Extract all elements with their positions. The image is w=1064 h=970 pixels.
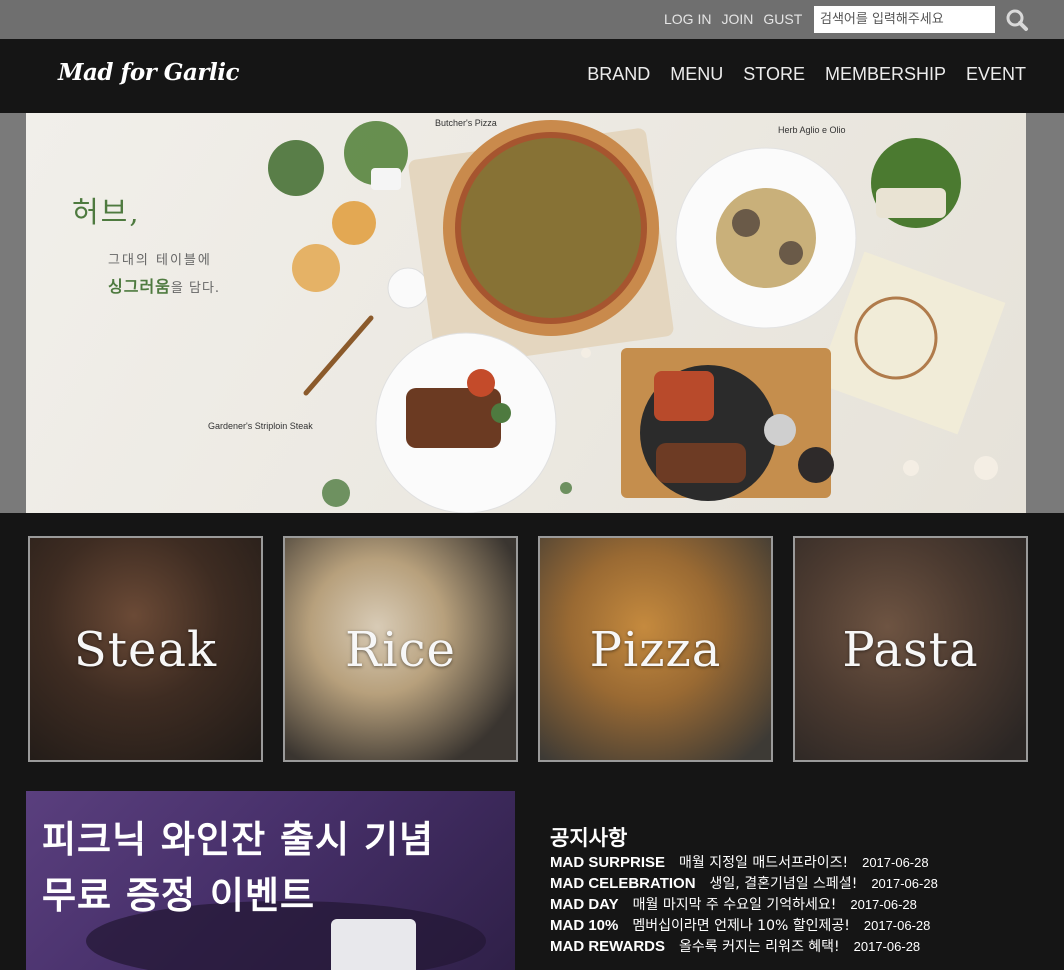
menu-tile-steak[interactable]: Steak (28, 536, 263, 762)
utility-bar: LOG IN JOIN GUST (0, 0, 1064, 39)
hero-margin-right (1026, 113, 1064, 513)
nav-item-membership[interactable]: MEMBERSHIP (825, 64, 946, 85)
notice-item-date: 2017-06-28 (862, 855, 929, 870)
notice-item-heading: MAD REWARDS (550, 938, 665, 955)
dish-label-pizza: Butcher's Pizza (435, 118, 497, 128)
menu-tile-label: Pizza (589, 622, 722, 678)
guest-link[interactable]: GUST (763, 11, 802, 27)
notice-item-description: 매월 지정일 매드서프라이즈! (679, 855, 849, 871)
notice-item-heading: MAD CELEBRATION (550, 875, 696, 892)
menu-tile-pizza[interactable]: Pizza (538, 536, 773, 762)
notice-item-heading: MAD SURPRISE (550, 854, 666, 871)
notice-item-heading: MAD 10% (550, 917, 619, 934)
dish-label-pasta: Herb Aglio e Olio (778, 125, 846, 135)
notice-item-date: 2017-06-28 (871, 876, 938, 891)
promo-title-line2: 무료 증정 이벤트 (42, 874, 316, 917)
hero-margin-left (0, 113, 26, 513)
promo-banner[interactable]: 피크닉 와인잔 출시 기념 무료 증정 이벤트 (26, 791, 515, 970)
notice-item[interactable]: MAD DAY 매월 마지막 주 수요일 기억하세요! 2017-06-28 (550, 894, 1030, 915)
menu-tile-label: Steak (73, 622, 218, 678)
nav-item-event[interactable]: EVENT (966, 64, 1026, 85)
hero-title: 허브, (72, 195, 141, 229)
hero-banner[interactable]: 허브, 그대의 테이블에 싱그러움을 담다. Butcher's Pizza H… (26, 113, 1026, 513)
nav-item-menu[interactable]: MENU (670, 64, 723, 85)
menu-tile-label: Pasta (842, 622, 979, 678)
notice-item-description: 생일, 결혼기념일 스페셜! (709, 876, 858, 892)
promo-title-line1: 피크닉 와인잔 출시 기념 (42, 818, 435, 861)
search-icon[interactable] (1004, 7, 1030, 33)
main-nav: BRAND MENU STORE MEMBERSHIP EVENT (587, 64, 1026, 85)
menu-tile-rice[interactable]: Rice (283, 536, 518, 762)
notice-item[interactable]: MAD 10% 멤버십이라면 언제나 10% 할인제공! 2017-06-28 (550, 915, 1030, 936)
notice-item-description: 올수록 커지는 리워즈 혜택! (679, 939, 840, 955)
notice-item-date: 2017-06-28 (863, 918, 931, 933)
brand-logo[interactable]: Mad for Garlic (58, 59, 239, 86)
notice-item[interactable]: MAD REWARDS 올수록 커지는 리워즈 혜택! 2017-06-28 (550, 936, 1030, 957)
notice-list: MAD SURPRISE 매월 지정일 매드서프라이즈! 2017-06-28 … (550, 852, 1030, 957)
hero-food-illustration (268, 120, 1006, 513)
account-links: LOG IN JOIN GUST (664, 11, 802, 27)
nav-item-store[interactable]: STORE (743, 64, 805, 85)
menu-tile-label: Rice (345, 622, 456, 678)
notice-item-heading: MAD DAY (550, 896, 619, 913)
dish-label-steak: Gardener's Striploin Steak (208, 421, 313, 431)
notice-item[interactable]: MAD CELEBRATION 생일, 결혼기념일 스페셜! 2017-06-2… (550, 873, 1030, 894)
menu-tile-pasta[interactable]: Pasta (793, 536, 1028, 762)
notice-item-date: 2017-06-28 (853, 939, 921, 954)
hero-subtitle-rest: 을 담다. (170, 281, 221, 296)
notice-title: 공지사항 (550, 826, 628, 850)
hero-subtitle-line1: 그대의 테이블에 (108, 253, 212, 268)
notice-item-date: 2017-06-28 (850, 897, 917, 912)
search-input[interactable] (814, 6, 995, 33)
nav-item-brand[interactable]: BRAND (587, 64, 650, 85)
main-header: Mad for Garlic BRAND MENU STORE MEMBERSH… (0, 39, 1064, 113)
notice-item[interactable]: MAD SURPRISE 매월 지정일 매드서프라이즈! 2017-06-28 (550, 852, 1030, 873)
login-link[interactable]: LOG IN (664, 11, 711, 27)
notice-item-description: 매월 마지막 주 수요일 기억하세요! (632, 897, 837, 913)
join-link[interactable]: JOIN (721, 11, 753, 27)
hero-subtitle-highlight: 싱그러움 (108, 277, 171, 296)
notice-item-description: 멤버십이라면 언제나 10% 할인제공! (632, 918, 850, 934)
hero-subtitle-line2: 싱그러움을 담다. (108, 273, 220, 297)
